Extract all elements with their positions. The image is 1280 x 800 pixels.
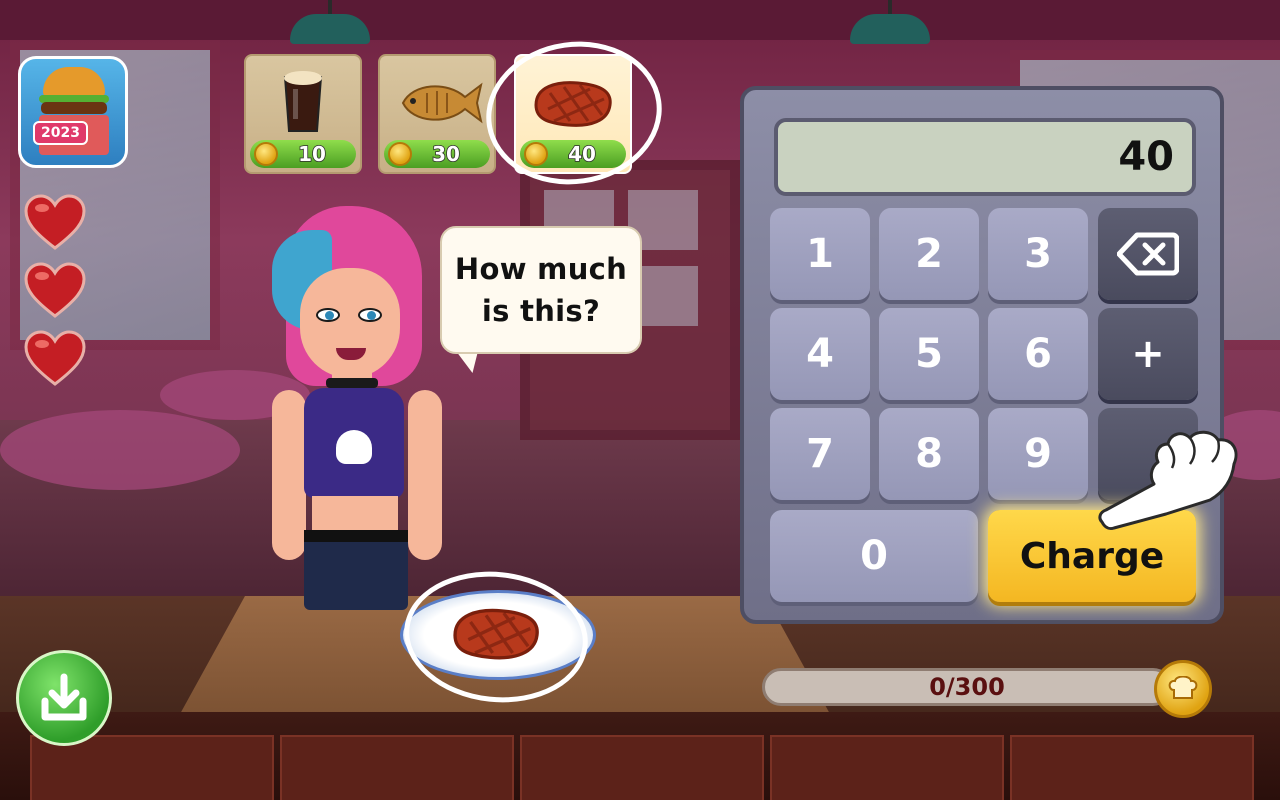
price-tag: 10 [250, 140, 356, 168]
beer-icon [283, 71, 323, 132]
counter-panel [1010, 735, 1254, 800]
speech-line: is this? [481, 294, 601, 328]
coin-icon [388, 142, 412, 166]
counter-panel [770, 735, 1004, 800]
key-0[interactable]: 0 [770, 510, 978, 602]
key-2[interactable]: 2 [879, 208, 979, 300]
customer-character [262, 200, 452, 610]
ceiling [0, 0, 1280, 40]
heart-icon [24, 262, 86, 318]
fish-icon [401, 82, 483, 124]
coin-icon [254, 142, 278, 166]
ceiling-lamp [290, 0, 370, 50]
download-icon [41, 673, 87, 721]
counter-panel [520, 735, 764, 800]
key-8[interactable]: 8 [879, 408, 979, 500]
price-calculator: 40 1 2 3 4 5 6 + 7 8 9 0 Charge [740, 86, 1224, 624]
backspace-icon [1117, 232, 1179, 276]
order-item-fish[interactable]: 30 [378, 54, 496, 174]
key-5[interactable]: 5 [879, 308, 979, 400]
game-logo[interactable]: 2023 [18, 56, 128, 168]
order-item-beer[interactable]: 10 [244, 54, 362, 174]
ceiling-lamp [850, 0, 930, 50]
dining-table [0, 410, 240, 490]
key-3[interactable]: 3 [988, 208, 1088, 300]
key-7[interactable]: 7 [770, 408, 870, 500]
calculator-display: 40 [774, 118, 1196, 196]
price-value: 10 [297, 141, 326, 167]
logo-year-badge: 2023 [33, 121, 88, 145]
download-button[interactable] [16, 650, 112, 746]
backspace-button[interactable] [1098, 208, 1198, 300]
key-1[interactable]: 1 [770, 208, 870, 300]
level-progress-bar: 0/300 [762, 668, 1172, 706]
key-6[interactable]: 6 [988, 308, 1088, 400]
chef-hat-icon [1168, 676, 1198, 699]
key-9[interactable]: 9 [988, 408, 1088, 500]
heart-icon [24, 330, 86, 386]
speech-line: How much [454, 251, 628, 286]
heart-icon [24, 194, 86, 250]
tutorial-hand-pointer-icon [1098, 430, 1238, 530]
counter-panel [280, 735, 514, 800]
price-value: 30 [431, 141, 460, 167]
plus-button[interactable]: + [1098, 308, 1198, 400]
display-value: 40 [1118, 134, 1174, 180]
price-tag: 30 [384, 140, 490, 168]
key-4[interactable]: 4 [770, 308, 870, 400]
speech-bubble: How much is this? [440, 226, 642, 354]
speech-text: How much is this? [455, 248, 627, 332]
progress-text: 0/300 [929, 673, 1005, 701]
chef-hat-coin-icon [1154, 660, 1212, 718]
